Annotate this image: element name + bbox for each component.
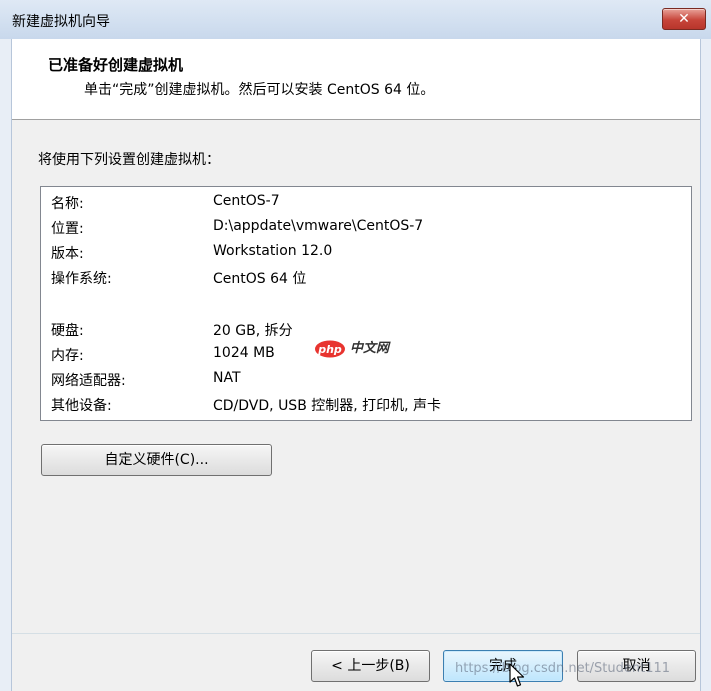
summary-value: 1024 MB [213, 345, 275, 361]
summary-value: NAT [213, 370, 241, 386]
summary-key: 内存: [51, 348, 84, 364]
customize-hardware-button[interactable]: 自定义硬件(C)... [41, 444, 272, 476]
summary-row: 其他设备: CD/DVD, USB 控制器, 打印机, 声卡 [51, 395, 681, 417]
title-bar: 新建虚拟机向导 ✕ [0, 0, 711, 40]
mouse-cursor-icon [509, 663, 525, 687]
summary-value: CentOS-7 [213, 193, 280, 209]
summary-row: 版本: Workstation 12.0 [51, 243, 681, 265]
summary-key: 硬盘: [51, 323, 84, 339]
php-logo-icon: php [315, 340, 345, 358]
summary-key: 网络适配器: [51, 373, 126, 389]
url-watermark: https://blog.csdn.net/Student111 [455, 661, 671, 676]
close-icon: ✕ [678, 11, 690, 27]
window-title: 新建虚拟机向导 [12, 14, 110, 30]
close-button[interactable]: ✕ [662, 8, 706, 30]
summary-key: 其他设备: [51, 398, 112, 414]
summary-value: CentOS 64 位 [213, 271, 307, 287]
summary-key: 操作系统: [51, 271, 112, 287]
background-window-edge [0, 39, 12, 691]
summary-row: 名称: CentOS-7 [51, 193, 681, 215]
summary-row: 网络适配器: NAT [51, 370, 681, 392]
summary-value: CD/DVD, USB 控制器, 打印机, 声卡 [213, 398, 442, 414]
summary-key: 名称: [51, 196, 84, 212]
page-title: 已准备好创建虚拟机 [48, 56, 184, 74]
summary-row: 位置: D:\appdate\vmware\CentOS-7 [51, 218, 681, 240]
wizard-dialog: 已准备好创建虚拟机 单击“完成”创建虚拟机。然后可以安装 CentOS 64 位… [12, 39, 700, 691]
page-subtitle: 单击“完成”创建虚拟机。然后可以安装 CentOS 64 位。 [84, 82, 435, 98]
summary-row: 操作系统: CentOS 64 位 [51, 268, 681, 290]
button-bar-divider [12, 633, 700, 634]
summary-value: Workstation 12.0 [213, 243, 333, 259]
summary-key: 版本: [51, 246, 84, 262]
wizard-header: 已准备好创建虚拟机 单击“完成”创建虚拟机。然后可以安装 CentOS 64 位… [12, 39, 700, 120]
php-logo-text: php [317, 343, 342, 356]
background-window-edge-right [700, 39, 711, 691]
summary-value: D:\appdate\vmware\CentOS-7 [213, 218, 424, 234]
settings-summary-box[interactable]: 名称: CentOS-7 位置: D:\appdate\vmware\CentO… [40, 186, 692, 421]
summary-value: 20 GB, 拆分 [213, 323, 293, 339]
back-button[interactable]: < 上一步(B) [311, 650, 430, 682]
site-watermark-text: 中文网 [350, 341, 390, 356]
summary-key: 位置: [51, 221, 84, 237]
summary-intro-label: 将使用下列设置创建虚拟机： [38, 152, 220, 168]
